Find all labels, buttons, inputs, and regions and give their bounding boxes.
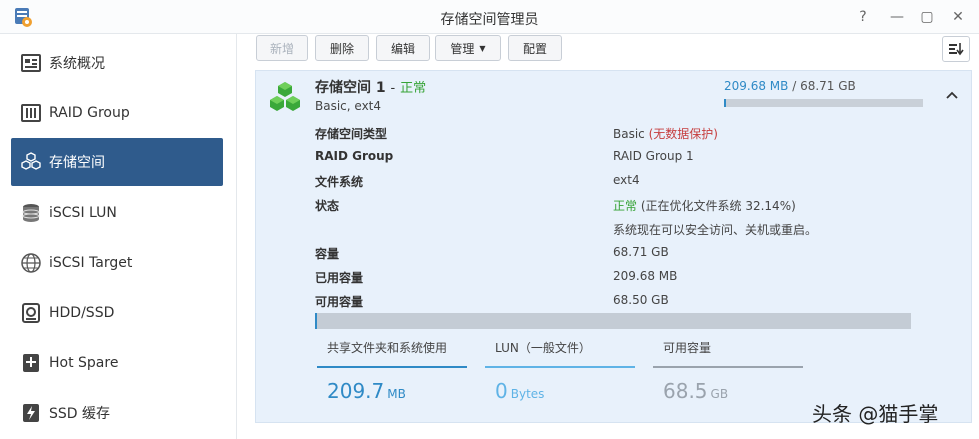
legend-label: LUN（一般文件） [495,341,591,355]
volume-subtitle: Basic, ext4 [315,99,382,113]
close-icon[interactable]: ✕ [947,6,969,28]
legend-available: 可用容量 68.5 GB [653,339,803,403]
legend-lun: LUN（一般文件） 0 Bytes [485,339,635,403]
capacity-bar [315,313,911,329]
usage-summary: 209.68 MB / 68.71 GB [724,79,856,93]
manage-dropdown-button[interactable]: 管理 ▼ [435,35,501,61]
legend-value: 0 Bytes [495,379,544,403]
type-value: Basic (无数据保护) [613,125,718,142]
overview-icon [21,53,41,73]
fs-label: 文件系统 [315,175,364,189]
chevron-up-icon[interactable] [944,87,960,103]
used-label: 已用容量 [315,271,364,285]
sidebar: 系统概况 RAID Group 存储空间 iSCSI LUN iSCSI Tar… [0,34,237,439]
sidebar-item-label: Hot Spare [49,355,119,371]
raid-value: RAID Group 1 [613,149,694,163]
legend-value: 209.7 MB [327,379,406,403]
disk-icon [21,303,41,323]
volume-panel[interactable]: 存储空间 1 - 正常 Basic, ext4 209.68 MB / 68.7… [255,70,972,423]
available-label: 可用容量 [315,295,364,309]
caret-down-icon: ▼ [479,43,486,53]
capacity-label: 容量 [315,247,340,261]
new-button[interactable]: 新增 [256,35,308,61]
status-line2: 系统现在可以安全访问、关机或重启。 [613,223,818,237]
title-bar: 存储空间管理员 ? — ▢ ✕ [0,0,979,34]
legend-line [317,366,467,368]
iscsi-lun-icon [21,203,41,223]
edit-button[interactable]: 编辑 [376,35,430,61]
minimize-icon[interactable]: — [886,6,908,28]
fs-value: ext4 [613,173,640,187]
sidebar-item-label: 存储空间 [49,155,105,171]
volume-title: 存储空间 1 - 正常 [315,77,426,97]
legend-value-unit: MB [387,387,406,401]
status-note: (正在优化文件系统 32.14%) [640,199,796,213]
legend-line [653,366,803,368]
status-label: 状态 [315,199,340,213]
sidebar-item-ssd-cache[interactable]: SSD 缓存 [11,389,223,437]
usage-bar-fill [724,99,726,107]
config-button[interactable]: 配置 [508,35,562,61]
status-value-text: 正常 [613,199,638,213]
legend-value-number: 0 [495,379,508,403]
sidebar-item-label: HDD/SSD [49,305,115,321]
legend-value-unit: Bytes [510,387,545,401]
sidebar-item-label: iSCSI LUN [49,205,117,221]
title-separator: - [390,81,396,96]
type-note: (无数据保护) [648,127,718,141]
watermark: 头条 @猫手掌 [812,402,939,426]
sidebar-item-label: RAID Group [49,105,130,121]
legend-value-unit: GB [710,387,729,401]
storage-cubes-icon [21,152,41,172]
legend-label: 可用容量 [663,341,712,355]
volume-status: 正常 [400,81,427,96]
raid-label: RAID Group [315,149,394,163]
legend-shared-system: 共享文件夹和系统使用 209.7 MB [317,339,467,403]
usage-total: 68.71 GB [800,79,856,93]
sort-toggle-button[interactable] [942,36,970,62]
available-value: 68.50 GB [613,293,669,307]
raid-icon [21,103,41,123]
sort-icon [949,43,964,56]
sidebar-item-overview[interactable]: 系统概况 [11,39,223,87]
delete-button[interactable]: 删除 [315,35,369,61]
toolbar: 新增 删除 编辑 管理 ▼ 配置 [238,34,979,68]
sidebar-item-iscsi-lun[interactable]: iSCSI LUN [11,189,223,237]
sidebar-item-hdd-ssd[interactable]: HDD/SSD [11,289,223,337]
hot-spare-icon [21,353,41,373]
sidebar-item-label: 系统概况 [49,56,105,72]
volume-cubes-icon [270,82,300,111]
status-value: 正常 (正在优化文件系统 32.14%) [613,197,796,214]
iscsi-target-icon [21,253,41,273]
maximize-icon[interactable]: ▢ [916,6,938,28]
sidebar-item-label: iSCSI Target [49,255,133,271]
usage-separator: / [788,79,801,93]
legend-label: 共享文件夹和系统使用 [327,341,448,355]
legend-value: 68.5 GB [663,379,728,403]
legend-value-number: 68.5 [663,379,708,403]
window-title: 存储空间管理员 [440,12,539,28]
help-icon[interactable]: ? [852,6,874,28]
legend-value-number: 209.7 [327,379,385,403]
used-value: 209.68 MB [613,269,678,283]
type-value-text: Basic [613,127,645,141]
capacity-value: 68.71 GB [613,245,669,259]
type-label: 存储空间类型 [315,127,388,141]
usage-bar [724,99,923,107]
sidebar-item-storage[interactable]: 存储空间 [11,138,223,186]
usage-used: 209.68 MB [724,79,789,93]
legend-line [485,366,635,368]
manage-label: 管理 [450,41,475,56]
volume-name: 存储空间 1 [315,80,386,96]
sidebar-item-iscsi-target[interactable]: iSCSI Target [11,239,223,287]
capacity-bar-fill [315,313,317,329]
sidebar-item-raid-group[interactable]: RAID Group [11,89,223,137]
sidebar-item-hot-spare[interactable]: Hot Spare [11,339,223,387]
sidebar-item-label: SSD 缓存 [49,406,111,422]
ssd-cache-icon [21,403,41,423]
